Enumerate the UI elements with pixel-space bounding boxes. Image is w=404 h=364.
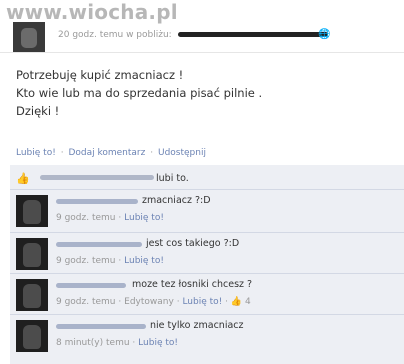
separator: · <box>225 297 229 307</box>
edited-label[interactable]: Edytowany <box>124 297 174 307</box>
separator: · <box>176 297 180 307</box>
likes-row: 👍 lubi to. <box>10 165 404 190</box>
post-line-1: Potrzebuję kupić zmacniacz ! <box>16 68 184 82</box>
comment-item: moze tez łosniki chcesz ? 9 godz. temu ·… <box>10 274 404 315</box>
commenter-avatar[interactable] <box>16 320 48 352</box>
comments-box: 👍 lubi to. zmacniacz ?:D 9 godz. temu · … <box>10 165 404 364</box>
comment-time[interactable]: 9 godz. temu <box>56 297 116 307</box>
comment-likes-count[interactable]: 4 <box>245 297 251 307</box>
redacted-commenter-name[interactable] <box>56 242 142 247</box>
commenter-avatar[interactable] <box>16 238 48 270</box>
comment-text: nie tylko zmacniacz <box>150 320 244 331</box>
comment-text: moze tez łosniki chcesz ? <box>132 279 253 290</box>
comment-like-link[interactable]: Lubię to! <box>138 338 178 348</box>
comment-time[interactable]: 9 godz. temu <box>56 213 116 223</box>
comment-meta: 9 godz. temu · Lubię to! <box>56 256 164 266</box>
comment-text: zmacniacz ?:D <box>142 195 211 206</box>
share-link[interactable]: Udostępnij <box>158 148 206 158</box>
post-body: Potrzebuję kupić zmacniacz ! Kto wie lub… <box>16 66 262 120</box>
header-divider <box>0 52 404 53</box>
post-line-3: Dzięki ! <box>16 104 60 118</box>
comment-meta: 9 godz. temu · Lubię to! <box>56 213 164 223</box>
comment-item: nie tylko zmacniacz 8 minut(y) temu · Lu… <box>10 315 404 357</box>
comment-item: jest cos takiego ?:D 9 godz. temu · Lubi… <box>10 233 404 274</box>
likes-text: lubi to. <box>156 173 189 184</box>
comment-like-link[interactable]: Lubię to! <box>182 297 222 307</box>
commenter-avatar[interactable] <box>16 195 48 227</box>
comment-like-link[interactable]: Lubię to! <box>124 213 164 223</box>
redacted-location <box>177 32 328 37</box>
author-avatar[interactable] <box>13 22 45 52</box>
post-actions: Lubię to! · Dodaj komentarz · Udostępnij <box>16 148 206 158</box>
thumbs-up-icon: 👍 <box>16 172 30 185</box>
post-time[interactable]: 20 godz. temu w pobliżu: <box>58 30 172 40</box>
comment-text: jest cos takiego ?:D <box>146 238 240 249</box>
redacted-commenter-name[interactable] <box>56 283 126 288</box>
redacted-commenter-name[interactable] <box>56 324 146 329</box>
commenter-avatar[interactable] <box>16 279 48 311</box>
like-link[interactable]: Lubię to! <box>16 148 56 158</box>
separator: · <box>118 213 122 223</box>
redacted-likers <box>40 175 154 180</box>
watermark: www.wiocha.pl <box>6 0 178 24</box>
redacted-commenter-name[interactable] <box>56 199 138 204</box>
separator: · <box>150 148 154 158</box>
post-meta: 20 godz. temu w pobliżu: <box>58 30 328 40</box>
separator: · <box>60 148 64 158</box>
post-line-2: Kto wie lub ma do sprzedania pisać pilni… <box>16 86 263 100</box>
comment-item: zmacniacz ?:D 9 godz. temu · Lubię to! <box>10 190 404 233</box>
comment-like-link[interactable]: Lubię to! <box>124 256 164 266</box>
separator: · <box>132 338 136 348</box>
separator: · <box>118 297 122 307</box>
comment-time[interactable]: 9 godz. temu <box>56 256 116 266</box>
globe-icon: 🌐 <box>318 29 331 40</box>
comment-time[interactable]: 8 minut(y) temu <box>56 338 130 348</box>
comment-link[interactable]: Dodaj komentarz <box>68 148 145 158</box>
comment-meta: 9 godz. temu · Edytowany · Lubię to! · 👍… <box>56 297 251 307</box>
thumbs-up-icon: 👍 <box>230 297 243 307</box>
comment-meta: 8 minut(y) temu · Lubię to! <box>56 338 178 348</box>
separator: · <box>118 256 122 266</box>
